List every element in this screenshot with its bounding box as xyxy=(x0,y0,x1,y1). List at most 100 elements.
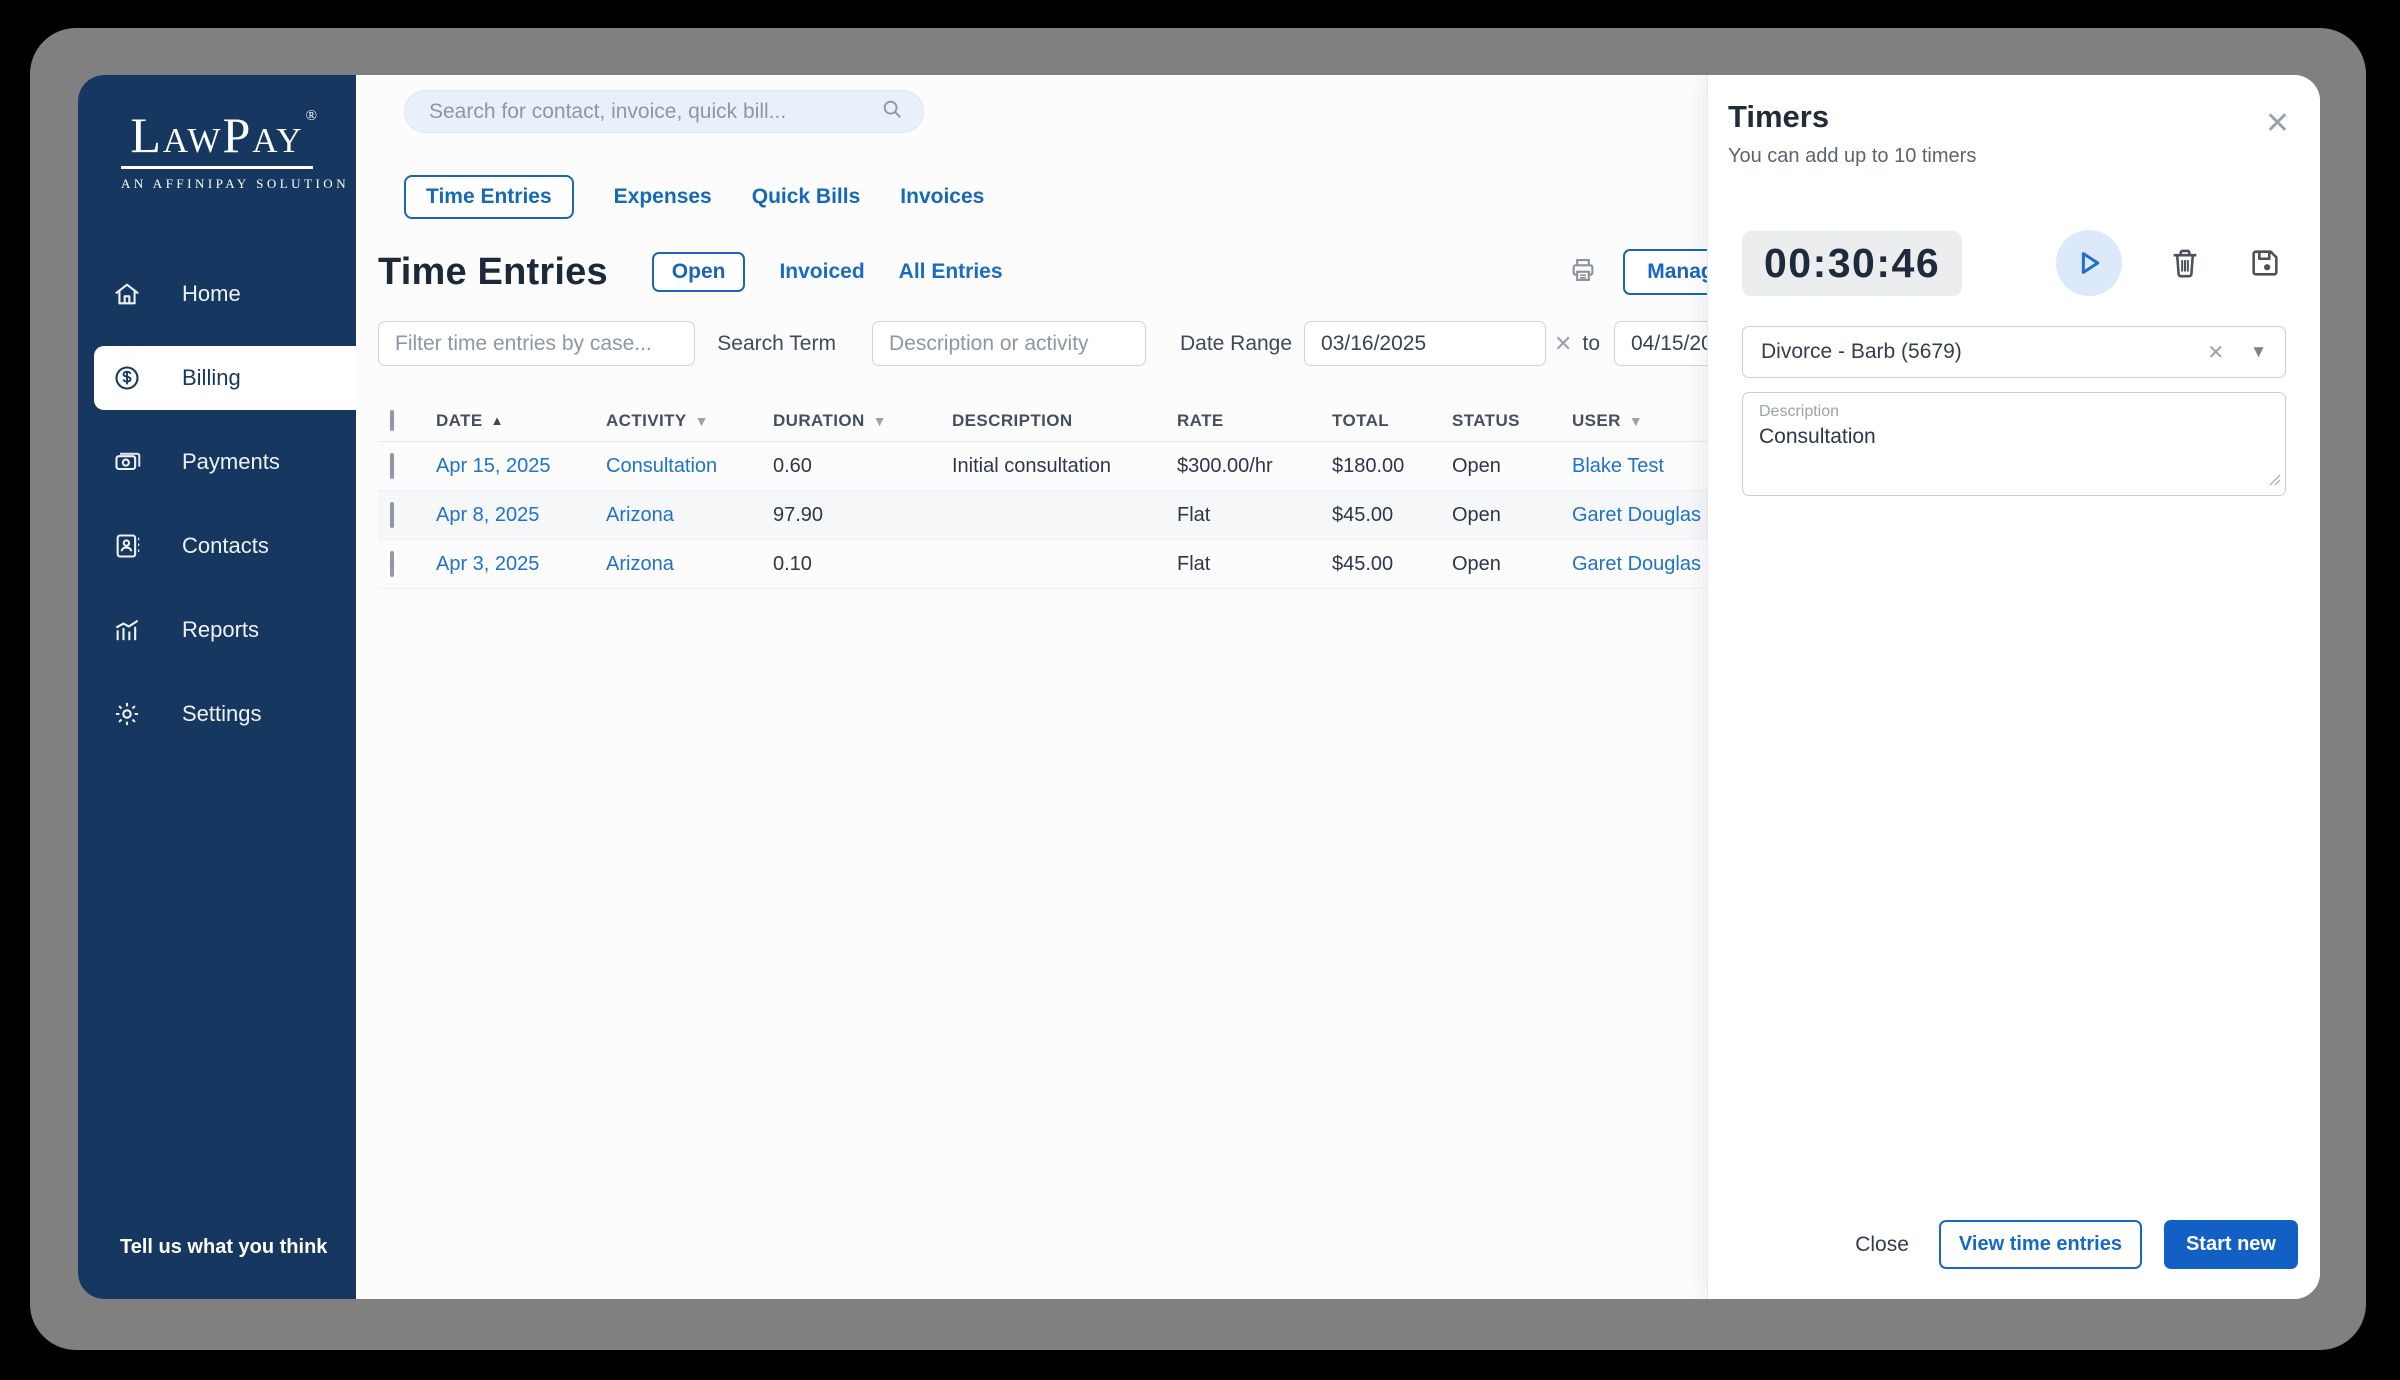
date-from-input[interactable] xyxy=(1304,321,1547,366)
sidebar-item-label: Settings xyxy=(182,700,262,726)
column-header-status[interactable]: Status xyxy=(1452,411,1572,431)
payments-icon xyxy=(112,447,142,477)
resize-handle-icon[interactable] xyxy=(2269,473,2281,491)
view-time-entries-button[interactable]: View time entries xyxy=(1938,1220,2142,1269)
search-input[interactable] xyxy=(429,99,871,124)
column-header-rate[interactable]: Rate xyxy=(1177,411,1332,431)
settings-gear-icon xyxy=(112,699,142,729)
duration-cell: 97.90 xyxy=(773,503,824,526)
tab-quick-bills[interactable]: Quick Bills xyxy=(752,185,861,209)
sidebar-nav: Home Billing Payments Contacts Reports S… xyxy=(78,262,356,766)
home-icon xyxy=(112,279,142,309)
description-field-value: Consultation xyxy=(1759,425,1876,448)
sort-caret-icon: ▼ xyxy=(694,412,709,429)
matter-select[interactable]: Divorce - Barb (5679) ✕ ▼ xyxy=(1742,326,2286,378)
description-field-label: Description xyxy=(1759,403,1840,420)
print-icon[interactable] xyxy=(1569,256,1597,289)
sidebar-item-label: Payments xyxy=(182,448,280,474)
billing-tabs: Time Entries Expenses Quick Bills Invoic… xyxy=(378,175,1856,219)
contacts-icon xyxy=(112,531,142,561)
date-cell[interactable]: Apr 8, 2025 xyxy=(436,504,606,527)
sort-caret-icon: ▼ xyxy=(1628,412,1644,429)
activity-cell[interactable]: Consultation xyxy=(606,455,773,478)
table-row[interactable]: Apr 15, 2025 Consultation 0.60 Initial c… xyxy=(378,442,1856,491)
activity-cell[interactable]: Arizona xyxy=(606,504,773,527)
save-timer-icon[interactable] xyxy=(2248,246,2282,280)
filter-open-button[interactable]: Open xyxy=(651,252,746,292)
status-cell: Open xyxy=(1452,552,1501,575)
sidebar: LawPay ® AN AFFINIPAY SOLUTION Home Billi… xyxy=(78,75,356,1299)
sidebar-item-payments[interactable]: Payments xyxy=(78,430,356,494)
timer-description-field[interactable]: Description Consultation xyxy=(1742,392,2286,496)
logo-wordmark: LawPay ® xyxy=(121,107,317,169)
rate-cell: Flat xyxy=(1177,552,1211,575)
date-cell[interactable]: Apr 3, 2025 xyxy=(436,553,606,576)
total-cell: $180.00 xyxy=(1332,454,1405,477)
tab-invoices[interactable]: Invoices xyxy=(900,185,984,209)
lawpay-logo: LawPay ® AN AFFINIPAY SOLUTION xyxy=(121,107,346,192)
timers-subtitle: You can add up to 10 timers xyxy=(1728,145,1977,167)
timer-display: 00:30:46 xyxy=(1742,230,1963,296)
search-icon[interactable] xyxy=(881,98,903,125)
main-content: Time Entries Expenses Quick Bills Invoic… xyxy=(356,75,2320,1299)
column-header-duration[interactable]: Duration ▼ xyxy=(773,411,952,431)
start-new-button[interactable]: Start new xyxy=(2163,1220,2298,1269)
column-header-total[interactable]: Total xyxy=(1332,411,1452,431)
sort-ascending-icon: ▲ xyxy=(490,413,504,428)
sidebar-item-reports[interactable]: Reports xyxy=(78,598,356,662)
chevron-down-icon[interactable]: ▼ xyxy=(2250,342,2267,362)
sidebar-item-label: Billing xyxy=(182,364,241,390)
sidebar-item-home[interactable]: Home xyxy=(78,262,356,326)
duration-cell: 0.60 xyxy=(773,454,812,477)
timers-title: Timers xyxy=(1728,99,1830,134)
sort-caret-icon: ▼ xyxy=(872,412,887,429)
case-filter-input[interactable] xyxy=(378,321,696,366)
column-header-activity[interactable]: Activity ▼ xyxy=(606,411,773,431)
timer-actions xyxy=(2056,230,2300,296)
logo-text: LawPay xyxy=(130,107,304,163)
rate-cell: Flat xyxy=(1177,503,1211,526)
column-header-description[interactable]: Description xyxy=(952,411,1177,431)
search-term-input[interactable] xyxy=(871,321,1146,366)
reports-icon xyxy=(112,615,142,645)
filter-invoiced-link[interactable]: Invoiced xyxy=(779,260,864,284)
timers-panel: Timers You can add up to 10 timers ✕ 00:… xyxy=(1707,75,2320,1299)
sidebar-item-billing[interactable]: Billing xyxy=(94,345,356,410)
timers-footer: Close View time entries Start new xyxy=(1728,1220,2300,1269)
row-checkbox[interactable] xyxy=(390,550,394,577)
matter-clear-icon[interactable]: ✕ xyxy=(2207,340,2224,365)
time-entries-table: Date ▲ Activity ▼ Duration ▼ Description Ra… xyxy=(378,400,1856,589)
search-term-label: Search Term xyxy=(717,331,836,355)
row-checkbox[interactable] xyxy=(390,501,394,528)
top-bar xyxy=(378,75,1856,133)
close-panel-link[interactable]: Close xyxy=(1855,1233,1909,1257)
row-checkbox[interactable] xyxy=(390,452,394,479)
column-header-date[interactable]: Date ▲ xyxy=(436,411,606,431)
total-cell: $45.00 xyxy=(1332,503,1394,526)
delete-timer-icon[interactable] xyxy=(2168,246,2202,280)
filter-bar: Search Term Date Range ✕ to xyxy=(378,321,1856,366)
rate-cell: $300.00/hr xyxy=(1177,454,1273,477)
filter-all-entries-link[interactable]: All Entries xyxy=(899,260,1003,284)
status-filters: Open Invoiced All Entries xyxy=(651,252,1003,292)
status-cell: Open xyxy=(1452,503,1501,526)
tab-expenses[interactable]: Expenses xyxy=(614,185,712,209)
activity-cell[interactable]: Arizona xyxy=(606,553,773,576)
select-all-checkbox[interactable] xyxy=(390,409,394,431)
tab-time-entries[interactable]: Time Entries xyxy=(404,175,574,219)
matter-value: Divorce - Barb (5679) xyxy=(1761,340,1962,363)
table-row[interactable]: Apr 8, 2025 Arizona 97.90 Flat $45.00 Op… xyxy=(378,491,1856,540)
table-row[interactable]: Apr 3, 2025 Arizona 0.10 Flat $45.00 Ope… xyxy=(378,540,1856,589)
global-search[interactable] xyxy=(404,90,924,133)
total-cell: $45.00 xyxy=(1332,552,1394,575)
sidebar-item-settings[interactable]: Settings xyxy=(78,682,356,746)
close-icon[interactable]: ✕ xyxy=(2265,109,2290,139)
feedback-link[interactable]: Tell us what you think xyxy=(78,1236,356,1299)
date-cell[interactable]: Apr 15, 2025 xyxy=(436,455,606,478)
description-cell: Initial consultation xyxy=(952,454,1111,477)
sidebar-item-contacts[interactable]: Contacts xyxy=(78,514,356,578)
play-button[interactable] xyxy=(2056,230,2122,296)
table-header-row: Date ▲ Activity ▼ Duration ▼ Description Ra… xyxy=(378,400,1856,442)
screen: LawPay ® AN AFFINIPAY SOLUTION Home Billi… xyxy=(0,0,2400,1380)
date-clear-icon[interactable]: ✕ xyxy=(1554,331,1572,357)
